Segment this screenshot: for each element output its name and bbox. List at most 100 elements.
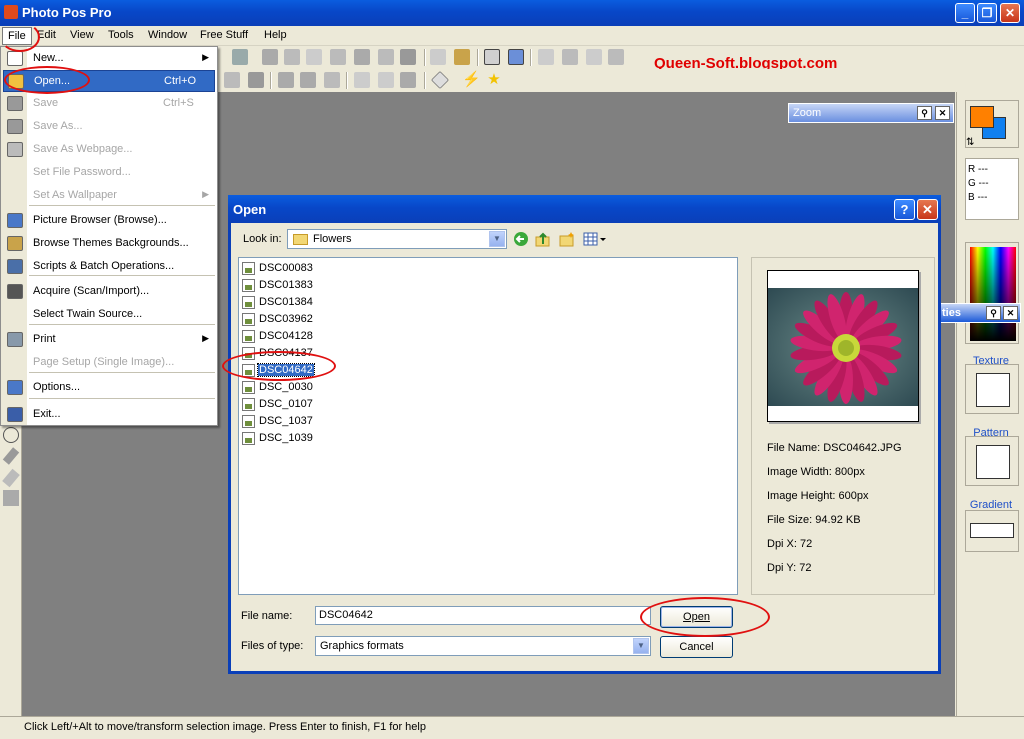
maximize-button[interactable]: ❐ (977, 3, 997, 23)
texture-swatch[interactable] (976, 373, 1010, 407)
zoom-pin-icon[interactable]: ⚲ (917, 106, 932, 120)
files-of-type-combo[interactable]: Graphics formats ▼ (315, 636, 651, 656)
menu-item-label: Save As... (33, 120, 83, 132)
zoom-window-title: Zoom (793, 107, 822, 119)
clone-tool-icon[interactable] (3, 490, 19, 506)
menu-window[interactable]: Window (148, 29, 187, 41)
green-readout: G --- (968, 178, 989, 189)
menu-item-label: Browse Themes Backgrounds... (33, 237, 189, 249)
menu-item-options[interactable]: Options... (3, 377, 215, 399)
zoom-window[interactable]: Zoom ⚲ ✕ (788, 103, 954, 123)
pattern-box (965, 436, 1019, 486)
image-file-icon (242, 296, 255, 309)
close-button[interactable]: ✕ (1000, 3, 1020, 23)
menu-separator (29, 205, 215, 206)
minimize-button[interactable]: _ (955, 3, 975, 23)
frame-icon[interactable] (354, 72, 370, 88)
menu-bar: File Edit View Tools Window Free Stuff H… (0, 26, 1024, 46)
exit-icon (7, 407, 23, 422)
ruler-icon[interactable] (608, 49, 624, 65)
menu-item-save-as[interactable]: Save As... (3, 116, 215, 138)
text-tool-icon[interactable] (3, 427, 19, 443)
properties-window[interactable]: ties ⚲ ✕ (940, 303, 1021, 323)
image-icon[interactable] (278, 72, 294, 88)
right-panel: ⇅ R --- G --- B --- Texture Pattern Grad… (956, 92, 1024, 716)
cut-icon[interactable] (262, 49, 278, 65)
clipboard-icon[interactable] (378, 49, 394, 65)
menu-item-save-as-webpage[interactable]: Save As Webpage... (3, 139, 215, 161)
preview-icon[interactable] (430, 49, 446, 65)
menu-item-exit[interactable]: Exit... (3, 404, 215, 426)
screen-icon[interactable] (400, 49, 416, 65)
filter-icon[interactable] (324, 72, 340, 88)
gradient-swatch[interactable] (970, 523, 1014, 538)
acquire-icon (7, 284, 23, 299)
new-folder-icon[interactable] (559, 231, 577, 248)
copy-icon[interactable] (284, 49, 300, 65)
browse-icon[interactable] (454, 49, 470, 65)
menu-item-picture-browser[interactable]: Picture Browser (Browse)... (3, 210, 215, 232)
foreground-color-swatch[interactable] (970, 106, 994, 128)
submenu-arrow-icon: ▶ (202, 52, 209, 62)
up-folder-icon[interactable] (535, 231, 553, 248)
menu-item-acquire[interactable]: Acquire (Scan/Import)... (3, 281, 215, 303)
image-file-icon (242, 398, 255, 411)
save-icon (7, 96, 23, 111)
dialog-close-button[interactable]: ✕ (917, 199, 938, 220)
app-title: Photo Pos Pro (22, 5, 112, 20)
back-icon[interactable] (513, 231, 531, 248)
table-icon[interactable] (586, 49, 602, 65)
color-spectrum[interactable] (970, 247, 1016, 341)
menu-view[interactable]: View (70, 29, 94, 41)
menu-free-stuff[interactable]: Free Stuff (200, 29, 248, 41)
menu-separator (29, 275, 215, 276)
brush-tool-icon[interactable] (2, 447, 20, 465)
open-dialog: Open ? ✕ Look in: Flowers ▼ DSC00083 DSC0… (228, 195, 941, 674)
image-file-icon (242, 313, 255, 326)
menu-item-print[interactable]: Print ▶ (3, 329, 215, 351)
look-in-value: Flowers (313, 233, 352, 245)
properties-pin-icon[interactable]: ⚲ (986, 306, 1001, 320)
lightning-icon[interactable]: ⚡ (462, 72, 481, 88)
undo-icon[interactable] (232, 49, 248, 65)
mail-icon[interactable] (562, 49, 578, 65)
look-in-combo[interactable]: Flowers ▼ (287, 229, 507, 249)
menu-help[interactable]: Help (264, 29, 287, 41)
menu-item-set-file-password[interactable]: Set File Password... (3, 162, 215, 184)
image-adjust-icon[interactable] (300, 72, 316, 88)
menu-tools[interactable]: Tools (108, 29, 134, 41)
menu-item-browse-themes[interactable]: Browse Themes Backgrounds... (3, 233, 215, 255)
grid-icon[interactable] (538, 49, 554, 65)
star-icon[interactable]: ★ (486, 72, 502, 88)
chevron-down-icon[interactable]: ▼ (489, 231, 505, 247)
menu-item-select-twain[interactable]: Select Twain Source... (3, 304, 215, 326)
file-name-input[interactable]: DSC04642 (315, 606, 651, 625)
paste-new-icon[interactable] (330, 49, 346, 65)
dialog-help-button[interactable]: ? (894, 199, 915, 220)
swap-colors-icon[interactable]: ⇅ (966, 137, 974, 148)
color-picker-box (965, 242, 1019, 344)
stamp-icon[interactable] (224, 72, 240, 88)
file-list[interactable]: DSC00083 DSC01383 DSC01384 DSC03962 DSC04128… (238, 257, 738, 595)
menu-item-save[interactable]: Save Ctrl+S (3, 93, 215, 115)
menu-item-page-setup[interactable]: Page Setup (Single Image)... (3, 352, 215, 374)
menu-separator (29, 398, 215, 399)
view-menu-icon[interactable] (583, 231, 607, 248)
camera-icon[interactable] (248, 72, 264, 88)
effects-icon[interactable] (400, 72, 416, 88)
paste-into-icon[interactable] (354, 49, 370, 65)
zoom-close-icon[interactable]: ✕ (935, 106, 950, 120)
pattern-swatch[interactable] (976, 445, 1010, 479)
flower-image (768, 288, 918, 406)
eraser-tool-icon[interactable] (2, 468, 20, 488)
cancel-button[interactable]: Cancel (660, 636, 733, 658)
tools-icon[interactable] (484, 49, 500, 65)
layers-icon[interactable] (508, 49, 524, 65)
diamond-icon[interactable] (430, 70, 450, 90)
chevron-down-icon[interactable]: ▼ (633, 638, 649, 654)
red-readout: R --- (968, 164, 988, 175)
properties-close-icon[interactable]: ✕ (1003, 306, 1018, 320)
paste-icon[interactable] (306, 49, 322, 65)
sparkle-icon[interactable] (378, 72, 394, 88)
menu-item-set-as-wallpaper[interactable]: Set As Wallpaper ▶ (3, 185, 215, 207)
